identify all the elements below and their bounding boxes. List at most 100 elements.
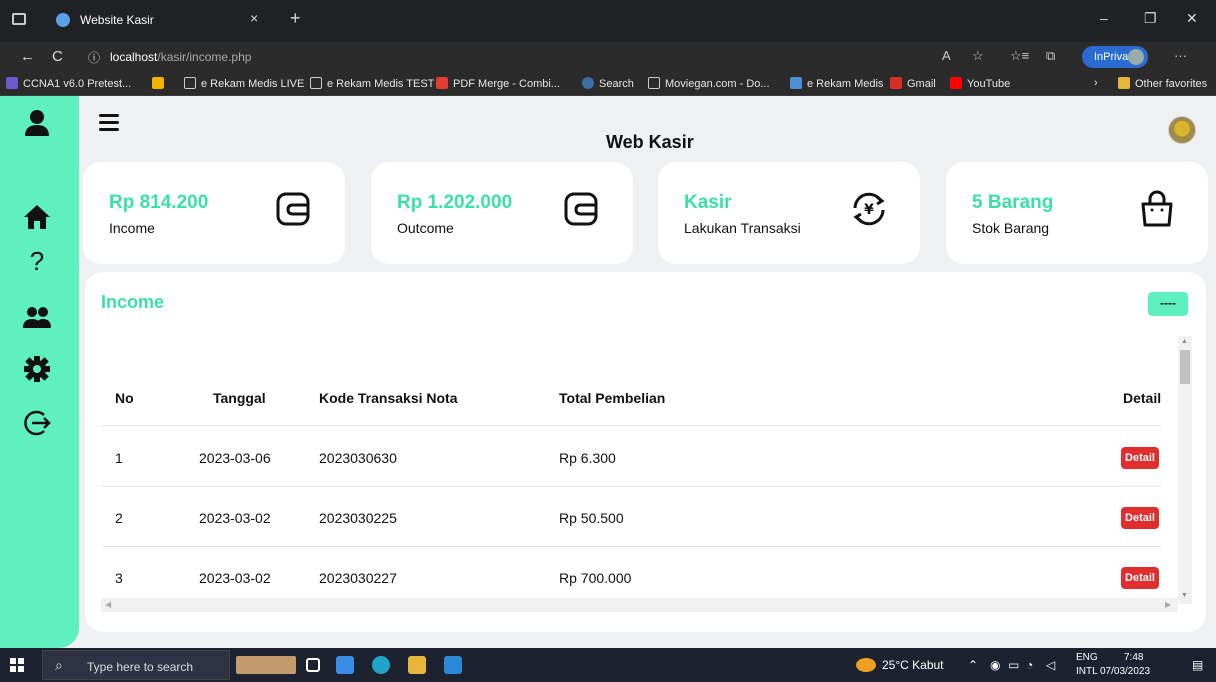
card-kasir[interactable]: Kasir Lakukan Transaksi ¥	[658, 162, 920, 264]
bookmarks-bar: CCNA1 v6.0 Pretest... e Rekam Medis LIVE…	[0, 72, 1216, 96]
vertical-scrollbar[interactable]: ▲ ▼	[1178, 336, 1192, 604]
tab-close-icon[interactable]: ×	[250, 10, 258, 26]
weather-text[interactable]: 25°C Kabut	[882, 658, 944, 672]
currency-exchange-icon: ¥	[853, 192, 885, 226]
cell-kode: 2023030630	[319, 450, 397, 466]
profile-avatar	[1128, 49, 1144, 65]
bookmark-item[interactable]: CCNA1 v6.0 Pretest...	[6, 77, 131, 90]
card-income[interactable]: Rp 814.200 Income	[83, 162, 345, 264]
card-value: 5 Barang	[972, 192, 1054, 213]
cell-kode: 2023030227	[319, 570, 397, 586]
cell-total: Rp 50.500	[559, 510, 624, 526]
network-icon[interactable]: ◉	[990, 658, 1000, 672]
favorite-star-icon[interactable]: ☆	[972, 48, 984, 64]
horizontal-scrollbar[interactable]: ◀ ▶	[101, 598, 1178, 612]
bookmark-item[interactable]: Moviegan.com - Do...	[648, 77, 770, 90]
file-explorer-icon[interactable]	[408, 656, 426, 674]
store-icon[interactable]	[336, 656, 354, 674]
card-stok[interactable]: 5 Barang Stok Barang	[946, 162, 1208, 264]
bookmark-item[interactable]	[152, 77, 169, 90]
cell-total: Rp 6.300	[559, 450, 616, 466]
notification-icon[interactable]: ▤	[1192, 658, 1203, 672]
weather-icon[interactable]	[856, 658, 876, 672]
avatar[interactable]	[1168, 116, 1196, 144]
inprivate-badge[interactable]: InPrivate	[1082, 46, 1148, 68]
scroll-thumb[interactable]	[1180, 350, 1190, 384]
card-outcome[interactable]: Rp 1.202.000 Outcome	[371, 162, 633, 264]
new-tab-button[interactable]: +	[290, 8, 301, 29]
scroll-down-icon[interactable]: ▼	[1181, 592, 1188, 599]
clock-date[interactable]: 07/03/2023	[1100, 666, 1150, 677]
tray-chevron-icon[interactable]: ⌃	[968, 658, 978, 672]
edge-icon[interactable]	[372, 656, 390, 674]
bookmark-item[interactable]: e Rekam Medis LIVE	[184, 77, 304, 90]
detail-button[interactable]: Detail	[1121, 567, 1159, 589]
income-panel: Income ---- No Tanggal Kode Transaksi No…	[85, 272, 1206, 632]
detail-button[interactable]: Detail	[1121, 507, 1159, 529]
reload-icon[interactable]: C	[52, 48, 63, 65]
favorites-icon[interactable]: ☆≡	[1010, 48, 1029, 64]
vscode-icon[interactable]	[444, 656, 462, 674]
taskbar-search[interactable]: ⌕ Type here to search	[42, 650, 230, 680]
scroll-left-icon[interactable]: ◀	[105, 600, 111, 609]
site-info-icon[interactable]: ⓘ	[88, 49, 100, 66]
search-placeholder: Type here to search	[87, 660, 194, 674]
windows-start-icon[interactable]	[10, 658, 24, 672]
panel-action-button[interactable]: ----	[1148, 292, 1188, 316]
scroll-right-icon[interactable]: ▶	[1165, 600, 1171, 609]
main-content: Web Kasir Rp 814.200 Income Rp 1.202.000…	[79, 96, 1216, 648]
folder-icon	[1118, 77, 1130, 89]
logout-icon[interactable]	[22, 408, 52, 438]
language-bottom[interactable]: INTL	[1076, 666, 1098, 677]
cell-tanggal: 2023-03-06	[199, 450, 271, 466]
volume-icon[interactable]: ◁	[1046, 658, 1055, 672]
more-menu-icon[interactable]: ···	[1174, 48, 1187, 63]
table-header-total: Total Pembelian	[559, 390, 666, 406]
url-field[interactable]: localhost/kasir/income.php	[110, 50, 251, 64]
scroll-up-icon[interactable]: ▲	[1181, 338, 1188, 345]
bookmark-item[interactable]: e Rekam Medis	[790, 77, 883, 90]
bookmark-item[interactable]: e Rekam Medis TEST	[310, 77, 434, 90]
bookmark-icon	[6, 77, 18, 89]
home-icon[interactable]	[22, 202, 52, 232]
card-value: Rp 1.202.000	[397, 192, 513, 213]
window-menu-icon[interactable]	[12, 13, 26, 25]
address-bar: ← C ⓘ localhost/kasir/income.php A ☆ ☆≡ …	[0, 42, 1216, 72]
detail-button[interactable]: Detail	[1121, 447, 1159, 469]
collections-icon[interactable]: ⧉	[1046, 48, 1055, 64]
row-divider	[101, 486, 1161, 487]
page-icon	[648, 77, 660, 89]
close-window-button[interactable]: ✕	[1186, 10, 1198, 27]
row-divider	[101, 546, 1161, 547]
bookmarks-overflow-icon[interactable]: ›	[1094, 77, 1098, 89]
help-icon[interactable]: ?	[22, 246, 52, 276]
user-profile-icon[interactable]	[22, 108, 52, 138]
minimize-button[interactable]: –	[1100, 10, 1108, 26]
card-value: Kasir	[684, 192, 732, 213]
bookmark-item[interactable]: Search	[582, 77, 634, 90]
card-label: Outcome	[397, 220, 454, 236]
bookmark-item[interactable]: Gmail	[890, 77, 936, 90]
search-icon	[582, 77, 594, 89]
card-label: Stok Barang	[972, 220, 1050, 236]
wifi-icon[interactable]: ◔	[1026, 658, 1033, 672]
restore-button[interactable]: ❐	[1144, 10, 1157, 27]
table-header-kode: Kode Transaksi Nota	[319, 390, 458, 406]
bookmark-item[interactable]: PDF Merge - Combi...	[436, 77, 560, 90]
search-highlight-icon[interactable]	[236, 656, 296, 674]
page-icon	[310, 77, 322, 89]
language-top[interactable]: ENG	[1076, 652, 1098, 663]
back-icon[interactable]: ←	[20, 48, 35, 65]
hamburger-menu-icon[interactable]	[99, 114, 119, 135]
settings-gear-icon[interactable]	[22, 354, 52, 384]
users-icon[interactable]	[22, 302, 52, 332]
battery-icon[interactable]: ▭	[1008, 658, 1019, 672]
url-path: /kasir/income.php	[157, 50, 252, 64]
task-view-icon[interactable]	[306, 658, 320, 672]
other-favorites[interactable]: Other favorites	[1118, 77, 1207, 90]
clock-time[interactable]: 7:48	[1124, 652, 1143, 663]
search-icon: ⌕	[55, 657, 63, 673]
read-aloud-icon[interactable]: A	[942, 48, 951, 63]
browser-tab[interactable]: Website Kasir ×	[42, 0, 278, 42]
bookmark-item[interactable]: YouTube	[950, 77, 1010, 90]
